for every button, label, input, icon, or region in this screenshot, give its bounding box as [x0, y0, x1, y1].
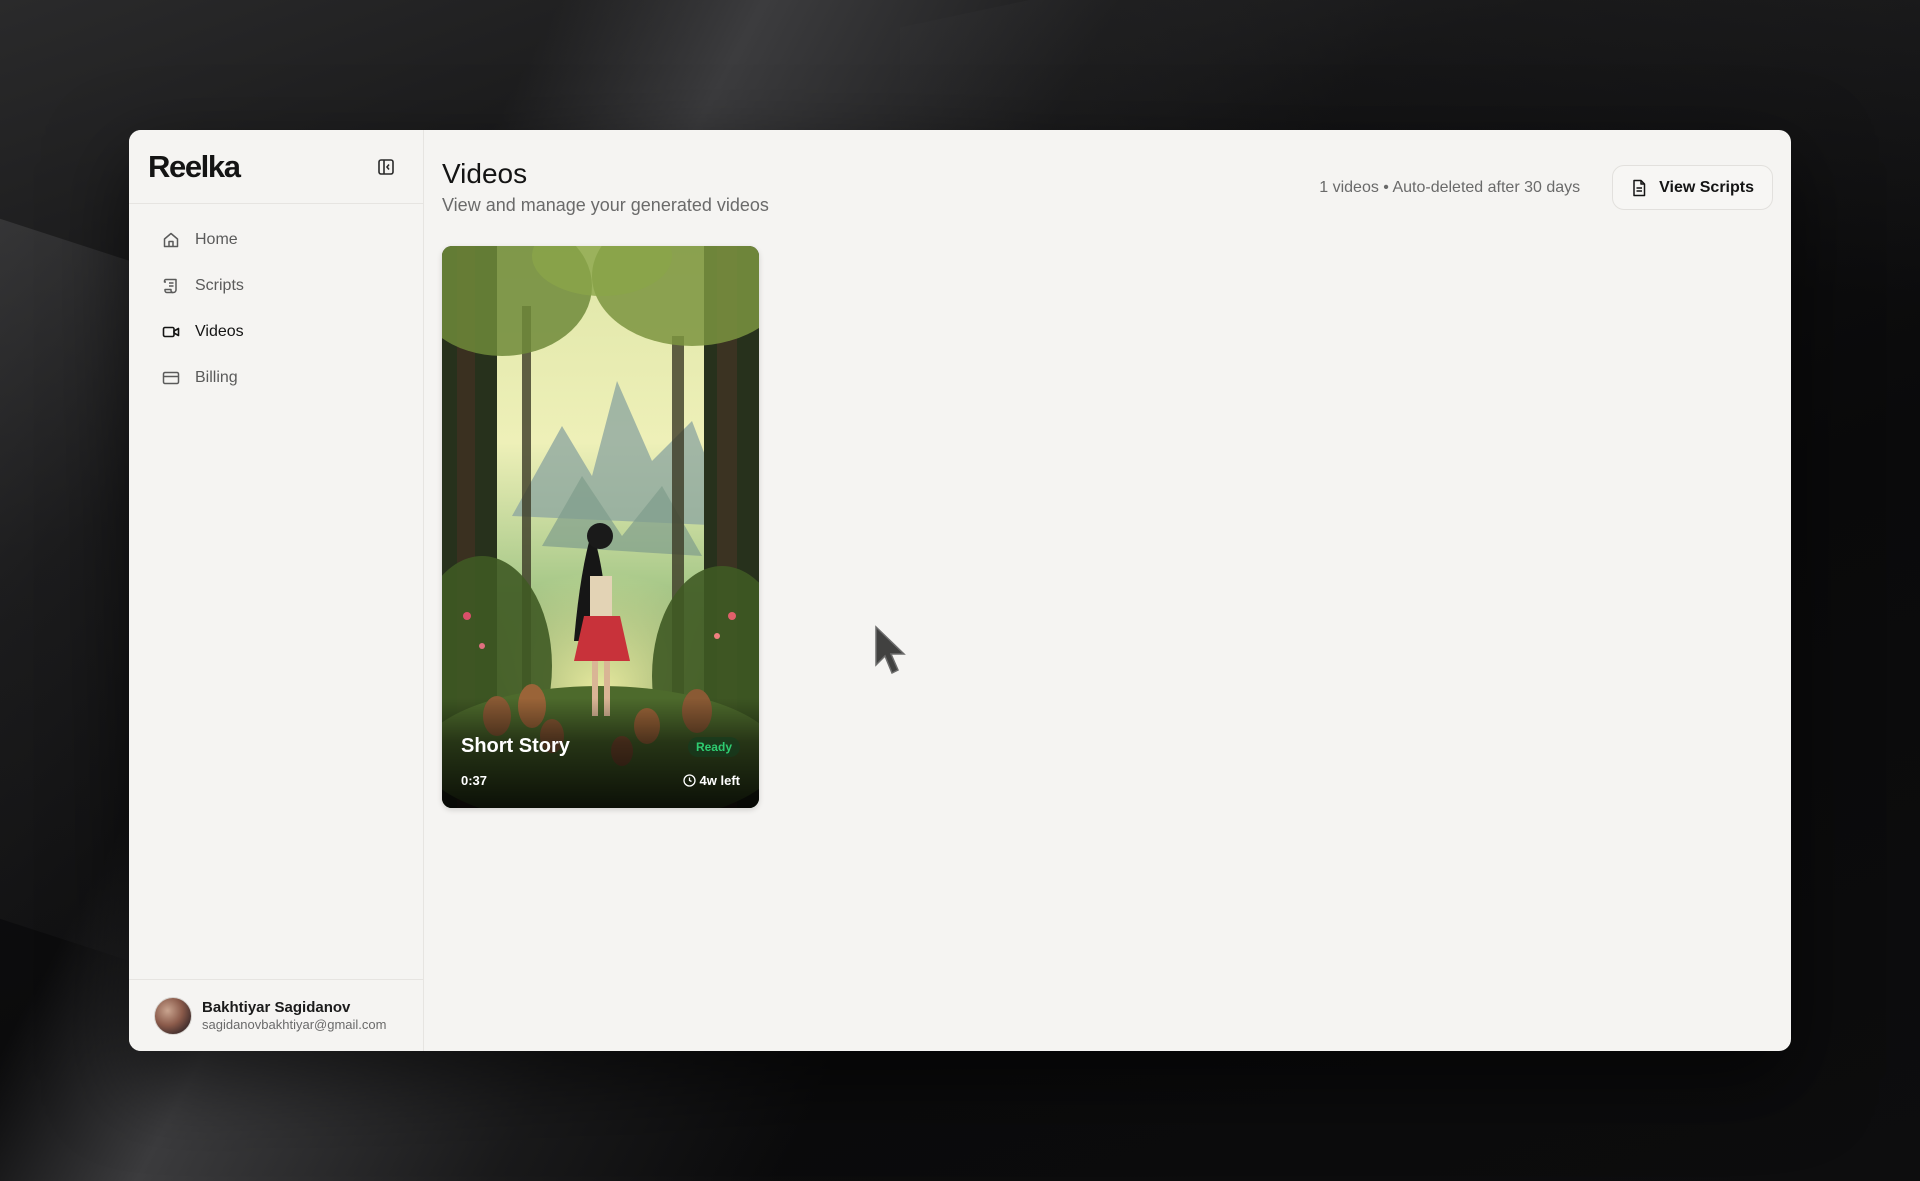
- app-logo[interactable]: Reelka: [148, 149, 241, 185]
- user-name: Bakhtiyar Sagidanov: [202, 998, 351, 1016]
- clock-icon: [682, 774, 696, 787]
- sidebar-item-home[interactable]: Home: [141, 218, 411, 262]
- scroll-icon: [161, 276, 181, 296]
- view-scripts-button[interactable]: View Scripts: [1612, 165, 1773, 210]
- video-card[interactable]: Short Story Ready 0:37 4w left: [442, 246, 759, 808]
- document-icon: [1633, 179, 1646, 196]
- home-icon: [161, 230, 181, 250]
- sidebar-toggle-icon: [378, 158, 394, 175]
- sidebar-item-videos[interactable]: Videos: [141, 310, 411, 354]
- sidebar-item-label: Scripts: [195, 277, 244, 294]
- credit-card-icon: [161, 368, 181, 388]
- video-grid: Short Story Ready 0:37 4w left: [442, 246, 1773, 808]
- video-duration: 0:37: [461, 773, 488, 788]
- sidebar-item-label: Home: [195, 231, 238, 248]
- sidebar-item-scripts[interactable]: Scripts: [141, 264, 411, 308]
- sidebar-collapse-button[interactable]: [374, 155, 398, 179]
- sidebar-item-label: Videos: [195, 323, 244, 340]
- sidebar-nav: Home Scripts Videos Billing: [129, 204, 423, 414]
- avatar: [154, 996, 192, 1035]
- page-title: Videos: [442, 158, 528, 189]
- mouse-cursor-icon: [875, 625, 906, 675]
- user-profile[interactable]: Bakhtiyar Sagidanov sagidanovbakhtiyar@g…: [129, 979, 423, 1051]
- video-expiry-label: 4w left: [699, 773, 740, 788]
- video-expiry: 4w left: [682, 773, 740, 788]
- view-scripts-label: View Scripts: [1659, 178, 1754, 196]
- sidebar: Reelka Home Scripts Videos Billing Bakht…: [129, 130, 424, 1051]
- videos-meta-text: 1 videos • Auto-deleted after 30 days: [1319, 178, 1581, 196]
- video-icon: [161, 322, 181, 342]
- main-content: Videos View and manage your generated vi…: [424, 130, 1791, 1051]
- page-header: Videos View and manage your generated vi…: [442, 156, 1773, 216]
- video-title: Short Story: [461, 735, 570, 757]
- sidebar-header: Reelka: [129, 130, 423, 204]
- sidebar-item-label: Billing: [195, 369, 238, 386]
- user-email: sagidanovbakhtiyar@gmail.com: [202, 1016, 387, 1032]
- page-subtitle: View and manage your generated videos: [442, 195, 769, 215]
- app-window: Reelka Home Scripts Videos Billing Bakht…: [129, 130, 1791, 1051]
- sidebar-item-billing[interactable]: Billing: [141, 356, 411, 400]
- status-badge: Ready: [687, 737, 740, 757]
